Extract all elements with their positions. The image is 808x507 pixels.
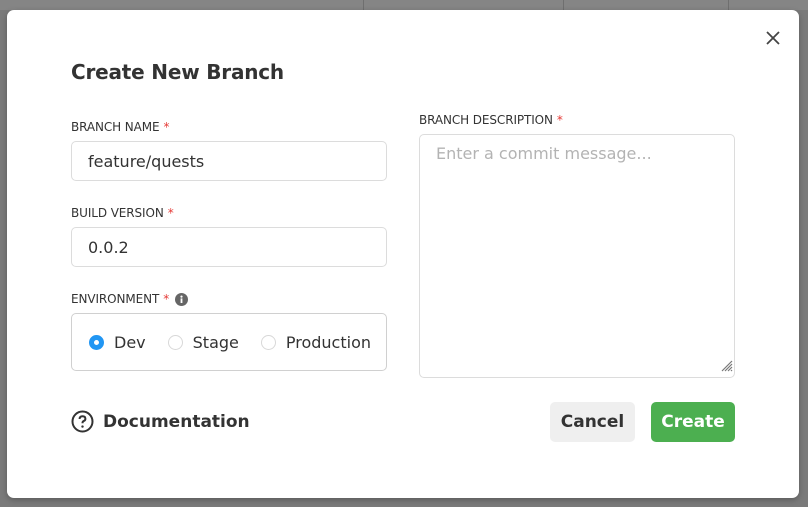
environment-label-text: ENVIRONMENT	[71, 292, 160, 306]
branch-name-label: BRANCH NAME *	[71, 120, 170, 134]
close-icon	[766, 31, 780, 45]
resize-handle-icon[interactable]	[719, 357, 733, 376]
environment-radio-group: Dev Stage Production	[71, 313, 387, 371]
backdrop-divider	[728, 0, 729, 10]
branch-name-input[interactable]: feature/quests	[71, 141, 387, 181]
dialog-title: Create New Branch	[71, 60, 284, 84]
environment-label: ENVIRONMENT *	[71, 292, 189, 306]
backdrop-background	[0, 0, 808, 10]
backdrop-divider	[363, 0, 364, 10]
radio-dev-label: Dev	[114, 332, 146, 352]
branch-description-label-text: BRANCH DESCRIPTION	[419, 113, 553, 127]
create-button[interactable]: Create	[651, 402, 735, 442]
radio-button[interactable]	[167, 334, 183, 350]
documentation-label: Documentation	[103, 411, 250, 432]
radio-button[interactable]	[260, 334, 276, 350]
required-mark: *	[163, 292, 170, 306]
required-mark: *	[167, 206, 174, 220]
required-mark: *	[163, 120, 170, 134]
branch-description-textarea[interactable]: Enter a commit message...	[419, 134, 735, 378]
build-version-input[interactable]: 0.0.2	[71, 227, 387, 267]
radio-production-label: Production	[285, 332, 371, 352]
branch-name-label-text: BRANCH NAME	[71, 120, 160, 134]
required-mark: *	[556, 113, 563, 127]
backdrop-divider	[563, 0, 564, 10]
help-circle-icon	[71, 410, 94, 433]
radio-stage-label: Stage	[192, 332, 239, 352]
radio-button-checked[interactable]	[89, 334, 104, 350]
create-branch-dialog: Create New Branch BRANCH NAME * feature/…	[7, 10, 799, 498]
radio-dev[interactable]: Dev	[89, 333, 146, 352]
branch-description-label: BRANCH DESCRIPTION *	[419, 113, 563, 127]
build-version-label: BUILD VERSION *	[71, 206, 174, 220]
build-version-label-text: BUILD VERSION	[71, 206, 164, 220]
info-icon[interactable]	[175, 292, 189, 306]
radio-stage[interactable]: Stage	[167, 332, 239, 352]
documentation-link[interactable]: Documentation	[71, 410, 250, 433]
radio-production[interactable]: Production	[260, 332, 371, 352]
close-button[interactable]	[761, 26, 785, 50]
cancel-button[interactable]: Cancel	[550, 402, 635, 442]
textarea-placeholder: Enter a commit message...	[436, 144, 652, 163]
